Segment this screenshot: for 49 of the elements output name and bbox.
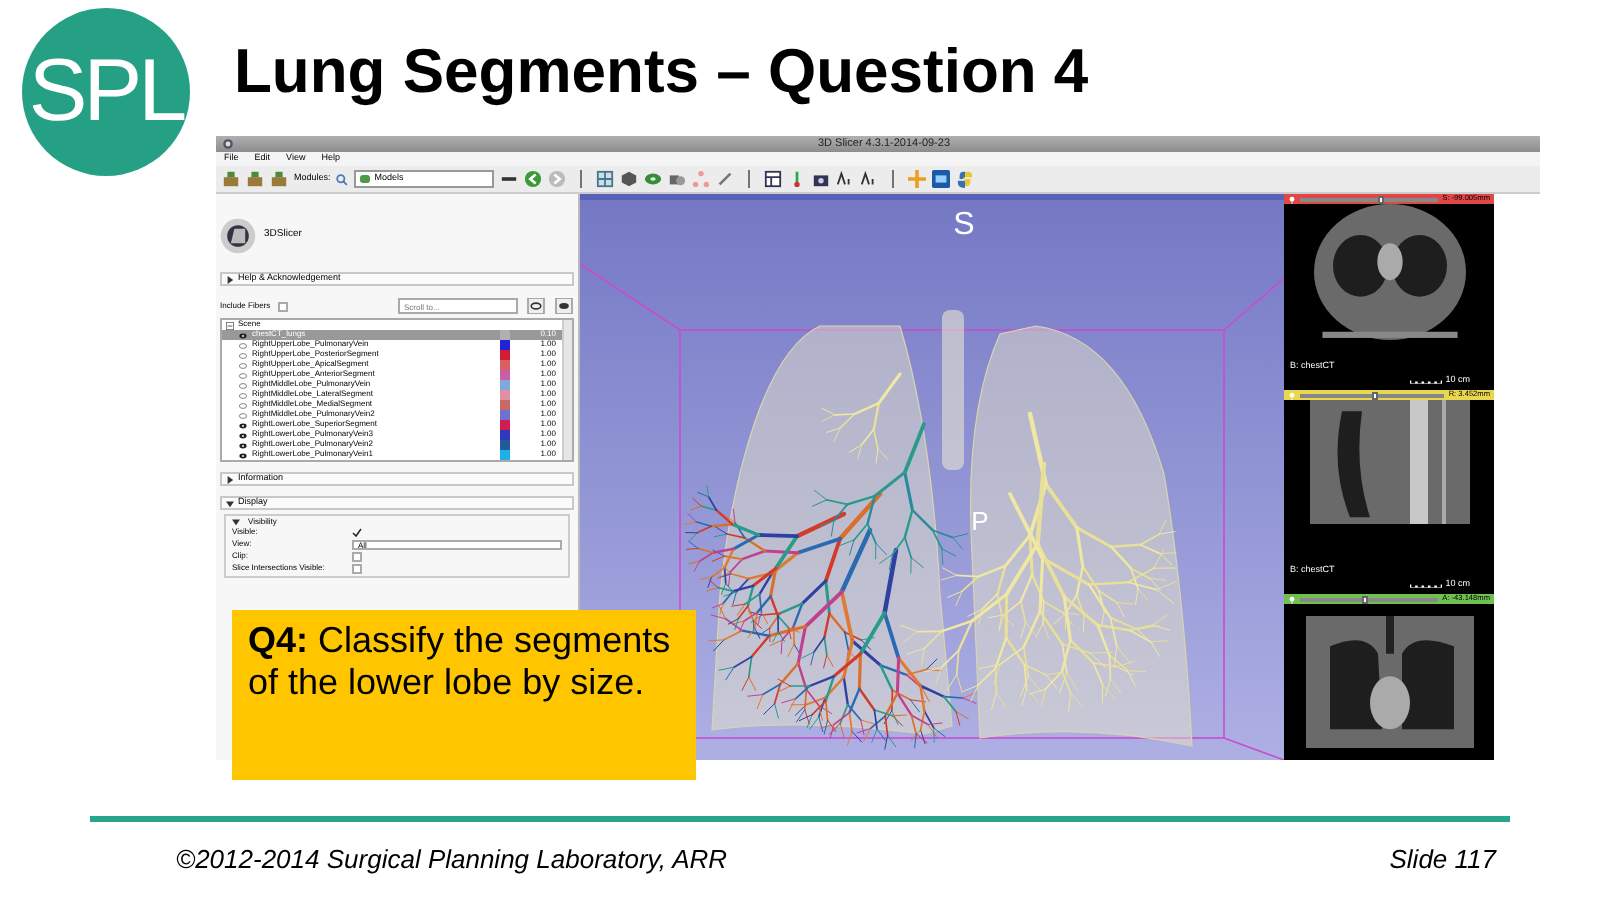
slider-thumb[interactable] <box>1371 391 1378 399</box>
checkbox[interactable] <box>352 527 362 538</box>
eye-icon[interactable] <box>238 431 248 439</box>
camera-icon[interactable] <box>812 170 831 188</box>
slider-thumb[interactable] <box>1378 195 1385 203</box>
search-icon[interactable] <box>336 173 349 185</box>
text-icon[interactable] <box>836 170 855 188</box>
cube-icon[interactable] <box>620 170 639 188</box>
slider-thumb[interactable] <box>1362 595 1369 603</box>
checkbox[interactable] <box>278 301 289 311</box>
pin-icon[interactable] <box>1288 195 1296 203</box>
nodes-icon[interactable] <box>692 170 711 188</box>
checkbox[interactable] <box>352 551 362 562</box>
data-load-icon[interactable] <box>270 170 288 188</box>
data-load-icon[interactable] <box>246 170 264 188</box>
grid-icon[interactable] <box>596 170 615 188</box>
eye-icon[interactable] <box>238 441 248 449</box>
eye-toggle-icon[interactable] <box>554 298 574 314</box>
pin-icon[interactable] <box>1288 595 1296 603</box>
eye-icon[interactable] <box>238 421 248 429</box>
eye-icon[interactable] <box>238 331 248 339</box>
collapse-arrow-icon[interactable] <box>232 518 240 527</box>
expand-arrow-icon[interactable] <box>226 275 234 283</box>
layout-icon[interactable] <box>764 170 783 188</box>
torus-icon[interactable] <box>644 170 663 188</box>
scale-bar-icon <box>1409 378 1442 385</box>
orientation-label: P <box>971 506 989 536</box>
scale-bar-icon <box>1409 582 1442 589</box>
expand-arrow-icon[interactable] <box>226 475 234 483</box>
check-icon <box>352 527 362 538</box>
ruler-icon[interactable] <box>716 170 735 188</box>
back-arrow-icon[interactable] <box>524 170 543 188</box>
eye-toggle-icon[interactable] <box>526 298 546 314</box>
scrollbar <box>562 320 572 460</box>
copyright-text: ©2012-2014 Surgical Planning Laboratory, ARR <box>176 842 728 878</box>
collapse-arrow-icon[interactable] <box>226 499 234 507</box>
collapse-box-icon[interactable] <box>226 321 234 329</box>
slide-title: Lung Segments – Question 4 <box>232 34 1091 110</box>
question-callout: Q4: Classify the segments of the lower lobe by size. <box>232 610 696 780</box>
slide-number: Slide 117 <box>1389 842 1496 878</box>
shapes-icon[interactable] <box>668 170 687 188</box>
app-icon <box>222 138 234 150</box>
module-icon <box>360 174 371 184</box>
orientation-label: S <box>953 208 975 242</box>
eye-icon[interactable] <box>238 451 248 459</box>
logo: SPL <box>22 8 190 176</box>
data-load-icon[interactable] <box>222 170 240 188</box>
checkbox[interactable] <box>352 563 362 574</box>
text-icon[interactable] <box>860 170 879 188</box>
